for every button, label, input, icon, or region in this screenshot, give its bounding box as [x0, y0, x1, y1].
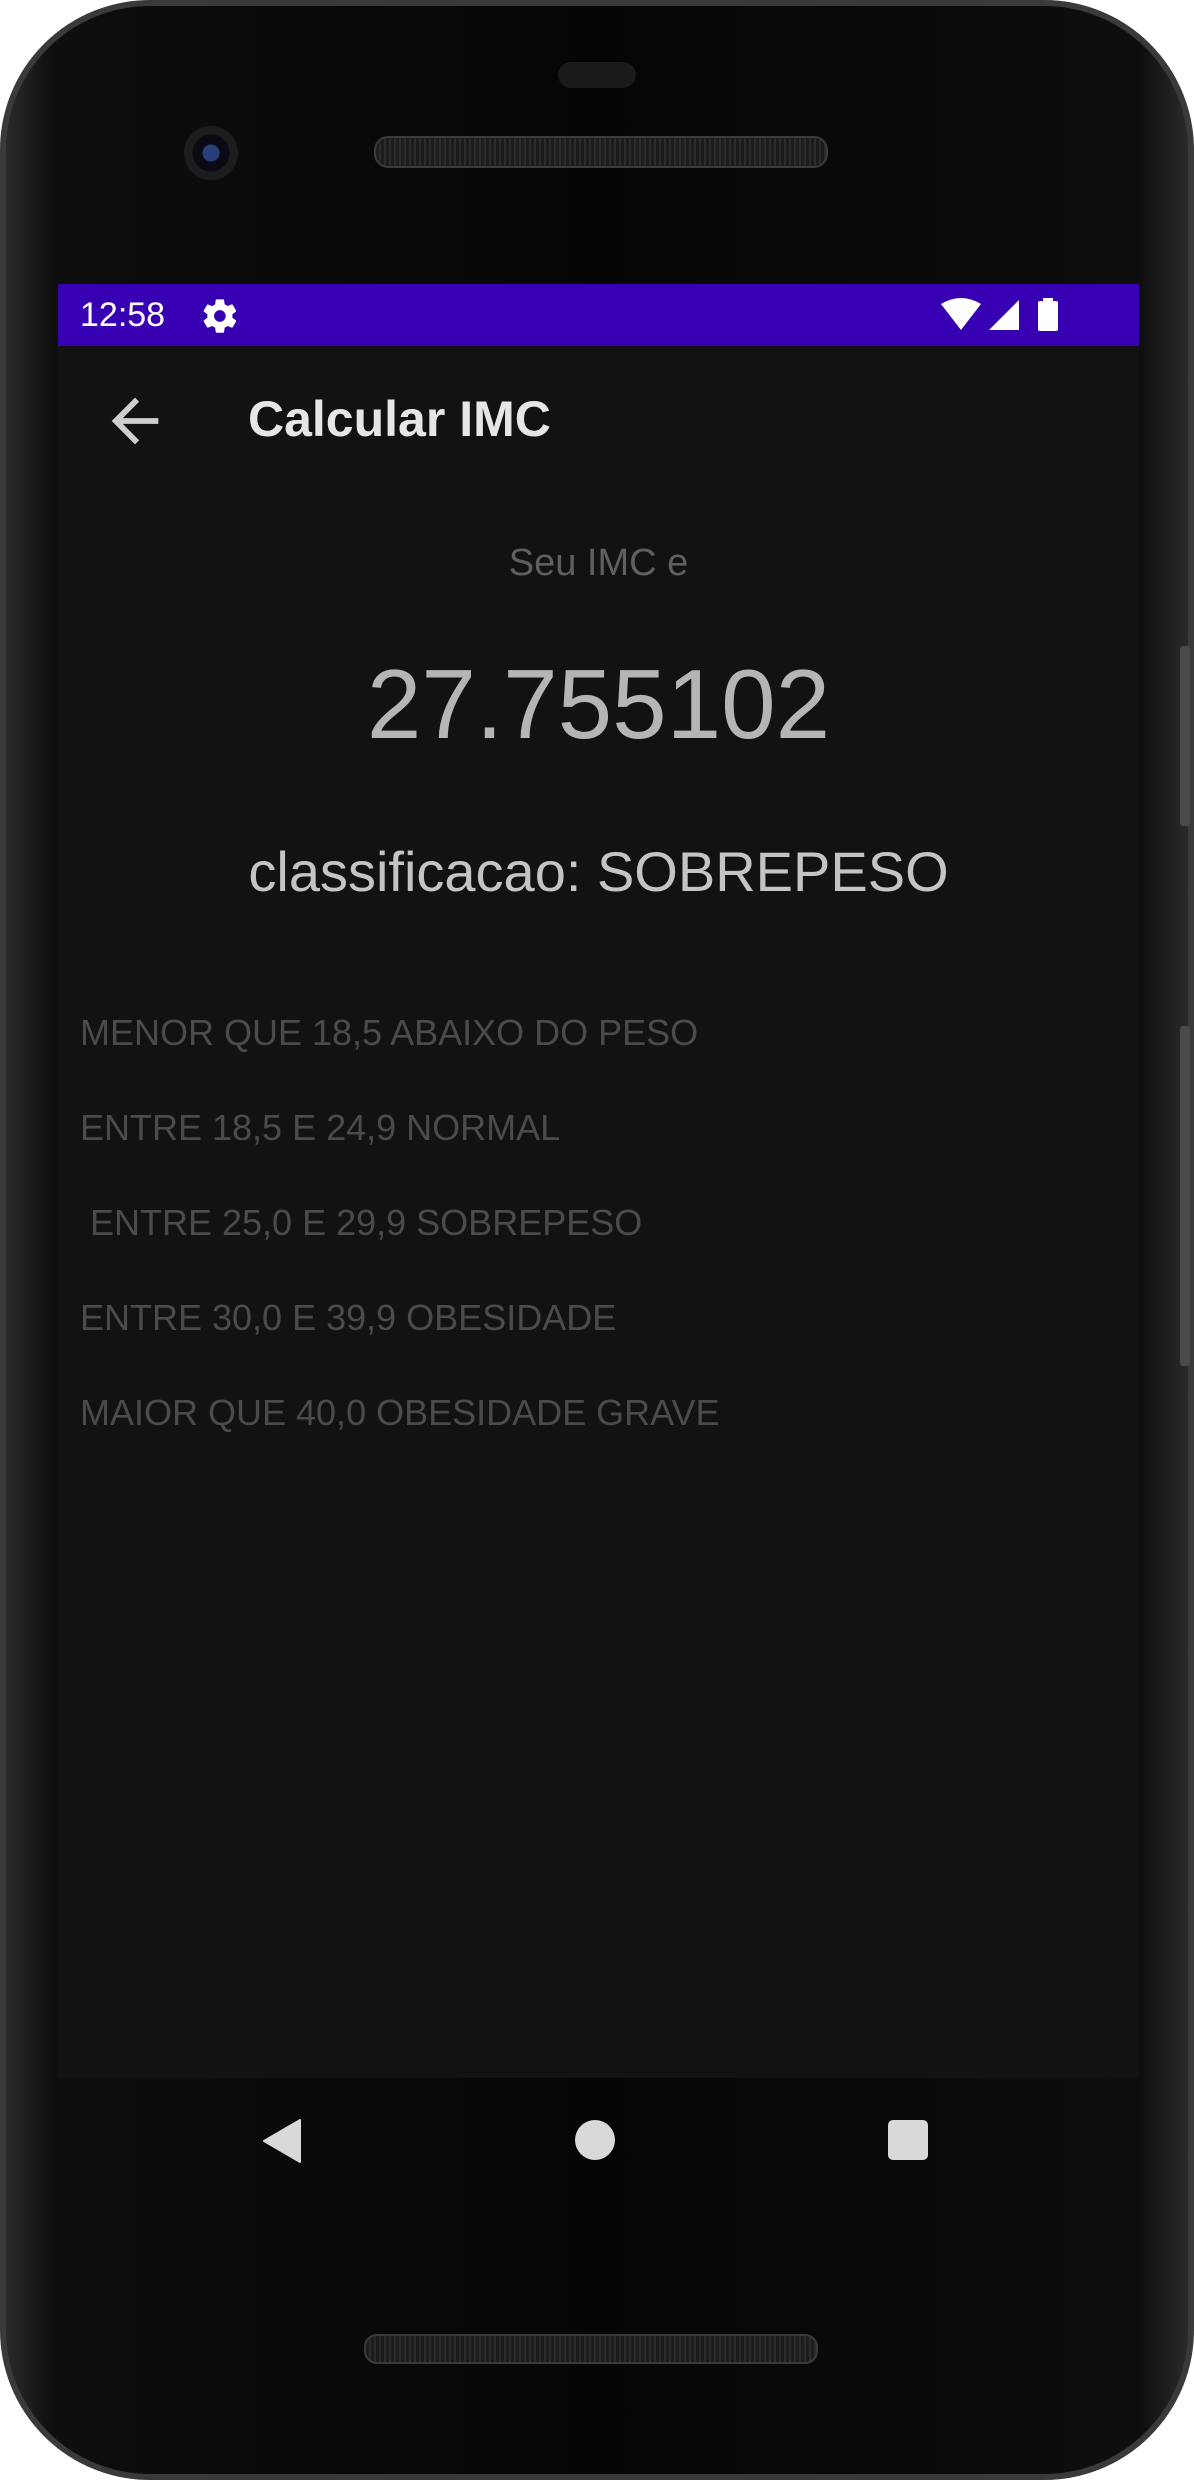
- earpiece-speaker: [374, 136, 828, 168]
- power-button: [1180, 1026, 1190, 1366]
- status-bar: 12:58: [58, 284, 1139, 346]
- navigation-bar: [58, 2078, 1139, 2208]
- page-title: Calcular IMC: [248, 391, 551, 447]
- phone-frame: 12:58 Calcular IMC Seu IMC e 27.755102 c…: [0, 0, 1194, 2480]
- app-bar: Calcular IMC: [58, 346, 1139, 496]
- classification-text: classificacao: SOBREPESO: [248, 840, 949, 903]
- range-item-overweight: ENTRE 25,0 E 29,9 SOBREPESO: [80, 1202, 643, 1243]
- range-item-obesity: ENTRE 30,0 E 39,9 OBESIDADE: [80, 1297, 617, 1338]
- battery-icon: [1038, 298, 1058, 331]
- nav-home-icon[interactable]: [575, 2120, 615, 2160]
- result-label: Seu IMC e: [508, 542, 689, 584]
- screen: 12:58 Calcular IMC Seu IMC e 27.755102 c…: [58, 284, 1139, 2078]
- front-camera-icon: [184, 126, 238, 180]
- volume-button: [1180, 646, 1190, 826]
- imc-ranges-list: MENOR QUE 18,5 ABAIXO DO PESO ENTRE 18,5…: [80, 1012, 720, 1487]
- range-item-normal: ENTRE 18,5 E 24,9 NORMAL: [80, 1107, 561, 1148]
- arrow-back-icon[interactable]: [100, 386, 170, 456]
- bottom-speaker: [364, 2334, 818, 2364]
- imc-value: 27.755102: [366, 649, 831, 759]
- nav-recents-icon[interactable]: [888, 2120, 928, 2160]
- status-icons: [941, 298, 1058, 331]
- range-item-severe-obesity: MAIOR QUE 40,0 OBESIDADE GRAVE: [80, 1392, 720, 1433]
- range-item-underweight: MENOR QUE 18,5 ABAIXO DO PESO: [80, 1012, 699, 1053]
- signal-icon: [989, 300, 1019, 330]
- status-time: 12:58: [80, 296, 166, 334]
- proximity-sensor: [558, 62, 636, 88]
- settings-icon: [203, 299, 237, 333]
- wifi-icon: [941, 298, 981, 330]
- nav-back-icon[interactable]: [262, 2118, 302, 2164]
